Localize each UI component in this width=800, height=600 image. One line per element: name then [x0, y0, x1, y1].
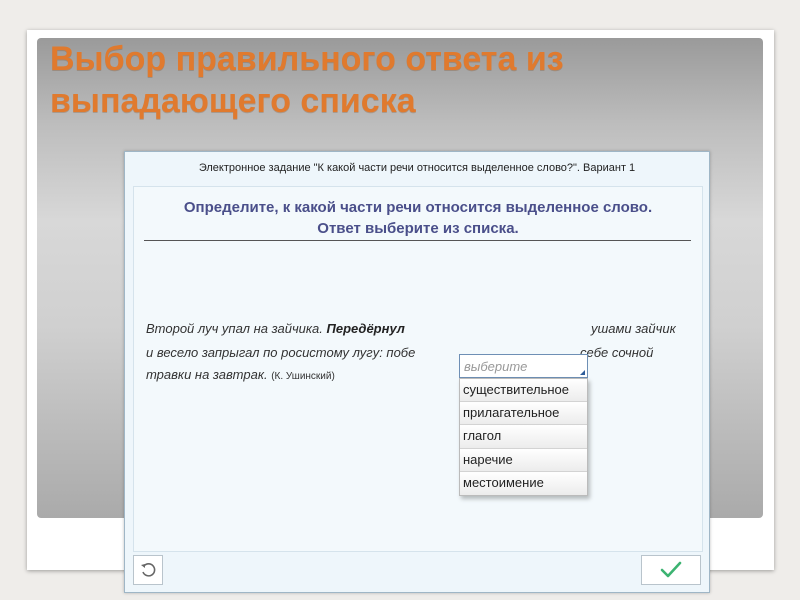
passage-line2: и весело запрыгал по росистому лугу: поб… [146, 345, 415, 360]
passage-line1: Второй луч упал на зайчика. Передёрнул [146, 321, 405, 336]
passage-line2-after-wrap: себе сочной [580, 345, 653, 360]
option-adverb[interactable]: наречие [460, 448, 587, 472]
passage-line3: травки на завтрак. (К. Ушинский) [146, 367, 335, 382]
slide-title: Выбор правильного ответа из выпадающего … [50, 38, 750, 122]
attribution: (К. Ушинский) [271, 371, 335, 382]
dropdown-arrow-icon [580, 370, 585, 375]
passage-line2-before: и весело запрыгал по росистому лугу: поб… [146, 345, 416, 360]
highlighted-word: Передёрнул [326, 321, 405, 336]
dropdown-options-list: существительное прилагательное глагол на… [459, 378, 588, 496]
option-adjective[interactable]: прилагательное [460, 402, 587, 426]
check-answer-button[interactable] [641, 555, 701, 585]
slide-title-line2: выпадающего списка [50, 82, 416, 120]
option-verb[interactable]: глагол [460, 425, 587, 449]
passage-line1-before: Второй луч упал на зайчика. [146, 321, 327, 336]
instruction-divider [144, 240, 691, 241]
undo-icon [141, 563, 156, 577]
task-content: Определите, к какой части речи относится… [133, 186, 703, 552]
option-noun[interactable]: существительное [460, 379, 587, 403]
passage-line2-after: себе сочной [580, 345, 654, 360]
undo-button[interactable] [133, 555, 163, 585]
answer-dropdown[interactable]: выберите [459, 354, 588, 378]
checkmark-icon [660, 561, 682, 578]
passage-line1-after: ушами зайчик [591, 321, 676, 336]
instruction: Определите, к какой части речи относится… [134, 197, 702, 239]
dropdown-placeholder: выберите [464, 359, 528, 374]
passage-line3-text: травки на завтрак. [146, 367, 272, 382]
instruction-line2: Ответ выберите из списка. [317, 220, 519, 237]
task-header: Электронное задание "К какой части речи … [198, 162, 636, 174]
passage-line1-after-wrap: ушами зайчик [591, 321, 676, 336]
instruction-line1: Определите, к какой части речи относится… [183, 199, 653, 216]
task-window: Электронное задание "К какой части речи … [124, 151, 710, 593]
option-pronoun[interactable]: местоимение [460, 471, 587, 495]
slide-title-line1: Выбор правильного ответа из [50, 40, 564, 78]
